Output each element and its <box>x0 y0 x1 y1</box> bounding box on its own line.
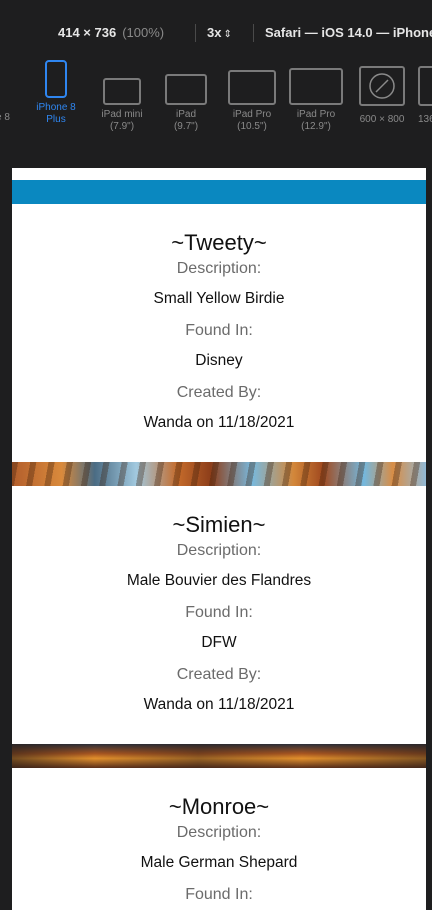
device-sublabel: (9.7") <box>173 121 199 132</box>
device-label: iPad Pro <box>296 109 336 120</box>
scale-selector[interactable]: 3x ⇕ <box>207 25 232 40</box>
device-item-cutoff[interactable]: 136 <box>418 60 432 126</box>
device-sublabel: (12.9") <box>301 121 331 132</box>
found-label: Found In: <box>185 322 253 339</box>
scale-text: 3x <box>207 25 222 40</box>
card-title: ~Tweety~ <box>171 230 267 255</box>
device-label: iPad Pro <box>232 109 272 120</box>
card-title: ~Simien~ <box>172 512 266 537</box>
found-label: Found In: <box>185 604 253 621</box>
device-label: 600 × 800 <box>359 114 405 125</box>
character-card: ~Tweety~ Description: Small Yellow Birdi… <box>12 230 426 432</box>
card-image-banner <box>12 462 426 486</box>
description-label: Description: <box>176 824 262 841</box>
viewport-dimensions[interactable]: 414 × 736 (100%) <box>58 25 164 40</box>
device-sublabel: Plus <box>46 114 66 125</box>
divider <box>253 24 254 42</box>
device-sublabel: (10.5") <box>237 121 267 132</box>
compass-icon <box>359 66 405 106</box>
device-list: e 8 iPhone 8 Plus iPad mini (7.9") iPad … <box>0 60 432 150</box>
created-label: Created By: <box>176 384 262 401</box>
chevron-updown-icon: ⇕ <box>223 29 232 40</box>
device-item-ipad-mini[interactable]: iPad mini (7.9") <box>96 60 148 133</box>
description-label: Description: <box>176 542 262 559</box>
device-sublabel: (7.9") <box>109 121 135 132</box>
device-item-ipad[interactable]: iPad (9.7") <box>162 60 210 133</box>
description-label: Description: <box>176 260 262 277</box>
created-value: Wanda on 11/18/2021 <box>143 414 295 431</box>
tablet-icon <box>103 78 141 105</box>
description-value: Male German Shepard <box>140 854 298 871</box>
device-label: iPad <box>175 109 196 120</box>
created-label: Created By: <box>176 666 262 683</box>
device-icon <box>418 66 432 106</box>
found-value: DFW <box>201 634 237 651</box>
device-item-iphone8[interactable]: e 8 <box>0 112 10 124</box>
description-value: Male Bouvier des Flandres <box>126 572 312 589</box>
device-item-custom-600x800[interactable]: 600 × 800 <box>354 60 410 126</box>
device-label: iPad mini <box>101 109 143 120</box>
character-card: ~Simien~ Description: Male Bouvier des F… <box>12 512 426 714</box>
responsive-toolbar: 414 × 736 (100%) 3x ⇕ Safari — iOS 14.0 — … <box>0 0 432 160</box>
tablet-icon <box>228 70 276 105</box>
found-value: Disney <box>195 352 243 369</box>
phone-viewport: ~Tweety~ Description: Small Yellow Birdi… <box>12 168 426 910</box>
tablet-icon <box>289 68 343 105</box>
description-value: Small Yellow Birdie <box>153 290 285 307</box>
browser-selector[interactable]: Safari — iOS 14.0 — iPhone <box>265 25 432 40</box>
found-label: Found In: <box>185 886 253 903</box>
created-value: Wanda on 11/18/2021 <box>143 696 295 713</box>
device-label: iPhone 8 <box>36 102 76 113</box>
phone-icon <box>45 60 67 98</box>
top-banner <box>12 180 426 204</box>
device-label: 136 <box>418 114 432 125</box>
card-title: ~Monroe~ <box>168 794 270 819</box>
divider <box>195 24 196 42</box>
character-card: ~Monroe~ Description: Male German Shepar… <box>12 794 426 904</box>
device-item-ipad-pro-129[interactable]: iPad Pro (12.9") <box>288 60 344 133</box>
dimensions-text: 414 × 736 <box>58 25 117 40</box>
device-item-iphone8plus[interactable]: iPhone 8 Plus <box>32 60 80 126</box>
device-item-ipad-pro-105[interactable]: iPad Pro (10.5") <box>226 60 278 133</box>
tablet-icon <box>165 74 207 105</box>
device-label: e 8 <box>0 112 10 123</box>
card-image-banner <box>12 744 426 768</box>
zoom-text: (100%) <box>122 25 165 40</box>
